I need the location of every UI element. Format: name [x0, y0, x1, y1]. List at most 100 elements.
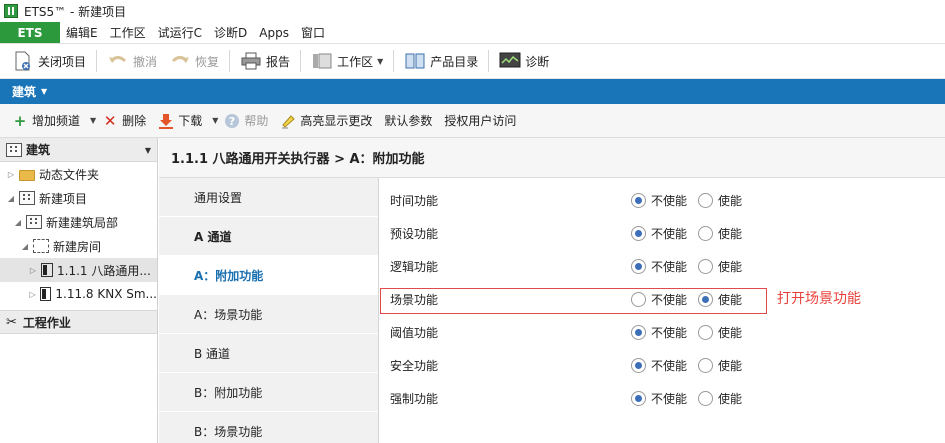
channel-item-b-scene[interactable]: B：场景功能 [159, 412, 378, 443]
highlight-changes-button[interactable]: 高亮显示更改 [274, 109, 378, 133]
building-part-icon [26, 215, 42, 229]
option-disable[interactable]: 不使能 [631, 258, 687, 275]
download-label: 下载 [178, 114, 203, 128]
option-disable[interactable]: 不使能 [631, 357, 687, 374]
param-label: 强制功能 [390, 392, 439, 406]
option-label: 不使能 [651, 326, 688, 340]
tree-item-project[interactable]: ◢ 新建项目 [0, 186, 157, 210]
option-label: 不使能 [651, 227, 688, 241]
workspace-button[interactable]: 工作区 ▼ [305, 48, 389, 74]
tree-item-label: 新建项目 [39, 191, 88, 206]
channel-item-a-additional[interactable]: A：附加功能 [159, 256, 378, 295]
collapse-arrow-icon[interactable]: ◢ [20, 242, 30, 251]
option-disable[interactable]: 不使能 [631, 324, 687, 341]
expand-arrow-icon[interactable]: ▷ [28, 266, 38, 275]
collapse-arrow-icon[interactable]: ◢ [6, 194, 16, 203]
tree-section-projects[interactable]: ✂ 工程作业 [0, 310, 157, 334]
menu-window[interactable]: 窗口 [295, 22, 331, 43]
redo-icon [169, 51, 191, 71]
tree-item-label: 1.1.1 八路通用... [57, 263, 151, 278]
help-button[interactable]: ? 帮助 [218, 109, 274, 133]
delete-x-icon: ✕ [103, 111, 117, 130]
add-channel-button[interactable]: + 增加频道 [6, 109, 86, 133]
view-selector-bar[interactable]: 建筑 ▼ [0, 79, 945, 104]
radio-button[interactable] [698, 325, 713, 340]
menu-diagnostics[interactable]: 诊断D [208, 22, 253, 43]
radio-button[interactable] [631, 358, 646, 373]
expand-arrow-icon[interactable]: ▷ [28, 290, 37, 299]
undo-icon [107, 51, 129, 71]
radio-button[interactable] [698, 358, 713, 373]
channel-item-general[interactable]: 通用设置 [159, 178, 378, 217]
highlighter-icon [280, 113, 296, 129]
printer-icon [240, 51, 262, 71]
option-enable[interactable]: 使能 [698, 324, 742, 341]
option-enable[interactable]: 使能 [698, 225, 742, 242]
collapse-arrow-icon[interactable]: ◢ [13, 218, 23, 227]
option-disable[interactable]: 不使能 [631, 192, 687, 209]
tree-item-building-part[interactable]: ◢ 新建建筑局部 [0, 210, 157, 234]
menu-edit[interactable]: 编辑E [60, 22, 104, 43]
menu-apps[interactable]: Apps [253, 22, 295, 43]
param-label: 安全功能 [390, 359, 439, 373]
option-disable[interactable]: 不使能 [631, 225, 687, 242]
title-bar: ETS5™ - 新建项目 [0, 0, 945, 22]
building-tree-pane: 建筑 ▼ ▷ 动态文件夹 ◢ 新建项目 ◢ 新建建筑局部 ◢ 新建房间 ▷ 1.… [0, 138, 158, 443]
chevron-down-icon[interactable]: ▼ [145, 146, 151, 155]
option-label: 使能 [718, 392, 743, 406]
tools-icon: ✂ [6, 314, 17, 330]
channel-item-b[interactable]: B 通道 [159, 334, 378, 373]
radio-button[interactable] [631, 325, 646, 340]
option-disable[interactable]: 不使能 [631, 390, 687, 407]
option-enable[interactable]: 使能 [698, 357, 742, 374]
device-icon [40, 287, 52, 301]
catalog-button[interactable]: 产品目录 [398, 48, 484, 74]
radio-button[interactable] [631, 391, 646, 406]
radio-button[interactable] [698, 226, 713, 241]
ets-app-icon [4, 4, 18, 18]
svg-text:?: ? [229, 115, 235, 128]
option-enable[interactable]: 使能 [698, 192, 742, 209]
download-arrow-icon [158, 113, 174, 129]
tree-item-room[interactable]: ◢ 新建房间 [0, 234, 157, 258]
default-params-button[interactable]: 默认参数 [378, 109, 438, 133]
tree-item-label: 新建房间 [53, 239, 102, 254]
radio-button[interactable] [698, 391, 713, 406]
radio-button[interactable] [631, 226, 646, 241]
delete-button[interactable]: ✕ 删除 [96, 109, 152, 133]
radio-button[interactable] [698, 259, 713, 274]
option-label: 不使能 [651, 260, 688, 274]
undo-button[interactable]: 撤消 [101, 48, 163, 74]
param-label: 阈值功能 [390, 326, 439, 340]
tree-header[interactable]: 建筑 ▼ [0, 138, 157, 162]
download-button[interactable]: 下载 [152, 109, 208, 133]
radio-button[interactable] [631, 193, 646, 208]
tree-item-device[interactable]: ▷ 1.11.8 KNX Sm... [0, 282, 157, 306]
report-button[interactable]: 报告 [234, 48, 296, 74]
channel-item-b-additional[interactable]: B：附加功能 [159, 373, 378, 412]
redo-button[interactable]: 恢复 [163, 48, 225, 74]
option-label: 不使能 [651, 392, 688, 406]
channel-item-a-scene[interactable]: A：场景功能 [159, 295, 378, 334]
option-enable[interactable]: 使能 [698, 258, 742, 275]
option-enable[interactable]: 使能 [698, 390, 742, 407]
room-icon [33, 239, 49, 253]
expand-arrow-icon[interactable]: ▷ [6, 170, 16, 179]
radio-button[interactable] [698, 193, 713, 208]
tree-item-device-selected[interactable]: ▷ 1.1.1 八路通用... [0, 258, 157, 282]
menu-commissioning[interactable]: 试运行C [152, 22, 208, 43]
radio-button[interactable] [631, 259, 646, 274]
authorize-access-button[interactable]: 授权用户访问 [438, 109, 522, 133]
diagnostics-button[interactable]: 诊断 [493, 48, 555, 74]
close-project-button[interactable]: 关闭项目 [6, 48, 92, 74]
param-row: 安全功能 不使能 使能 [380, 349, 945, 382]
channel-item-a[interactable]: A 通道 [159, 217, 378, 256]
workspace-icon [311, 51, 333, 71]
option-label: 使能 [718, 194, 743, 208]
ets-menu-tab[interactable]: ETS [0, 22, 60, 43]
delete-label: 删除 [122, 114, 147, 128]
breadcrumb-text: 1.1.1 八路通用开关执行器 > A：附加功能 [171, 152, 425, 167]
folder-icon [19, 169, 35, 181]
menu-workspace[interactable]: 工作区 [104, 22, 152, 43]
tree-item-dynamic-folder[interactable]: ▷ 动态文件夹 [0, 162, 157, 186]
